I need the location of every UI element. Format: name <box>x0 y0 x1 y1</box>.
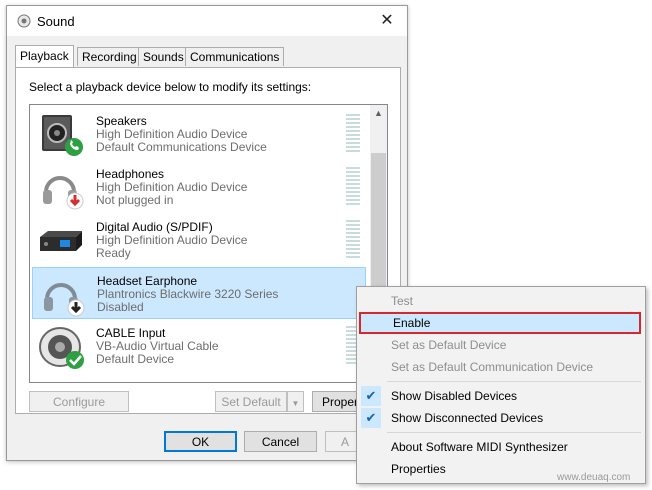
menu-item-label: Show Disabled Devices <box>391 389 518 403</box>
device-description: High Definition Audio Device <box>96 180 248 194</box>
close-button[interactable]: ✕ <box>367 6 407 36</box>
scroll-up-arrow-icon[interactable]: ▲ <box>370 105 387 122</box>
tab-recording[interactable]: Recording <box>77 47 142 66</box>
device-state: Ready <box>96 246 131 260</box>
menu-separator <box>387 432 641 433</box>
device-speakers[interactable]: Speakers High Definition Audio Device De… <box>32 108 366 160</box>
menu-item-about-midi-synth[interactable]: About Software MIDI Synthesizer <box>359 436 641 458</box>
sound-app-icon <box>17 14 31 28</box>
cancel-button[interactable]: Cancel <box>244 431 317 452</box>
checkmark-icon: ✔ <box>361 408 381 428</box>
ok-button[interactable]: OK <box>164 431 237 452</box>
device-state: Default Device <box>96 352 175 366</box>
device-digital-audio[interactable]: Digital Audio (S/PDIF) High Definition A… <box>32 214 366 266</box>
chevron-down-icon: ▼ <box>291 399 300 408</box>
menu-item-show-disconnected-devices[interactable]: ✔ Show Disconnected Devices <box>359 407 641 429</box>
context-menu: Test Enable Set as Default Device Set as… <box>356 286 646 484</box>
device-headset-earphone[interactable]: Headset Earphone Plantronics Blackwire 3… <box>32 267 366 319</box>
menu-item-show-disabled-devices[interactable]: ✔ Show Disabled Devices <box>359 385 641 407</box>
sound-dialog: Sound ✕ Playback Recording Sounds Commun… <box>6 5 408 461</box>
window-title: Sound <box>37 14 75 29</box>
playback-panel: Select a playback device below to modify… <box>15 67 401 414</box>
device-description: High Definition Audio Device <box>96 127 248 141</box>
tab-playback[interactable]: Playback <box>15 45 74 67</box>
headset-icon <box>44 283 85 317</box>
close-icon: ✕ <box>380 12 394 29</box>
menu-item-set-default-communication-device[interactable]: Set as Default Communication Device <box>359 356 641 378</box>
device-cable-input[interactable]: CABLE Input VB-Audio Virtual Cable Defau… <box>32 320 366 372</box>
digital-audio-icon <box>40 231 82 251</box>
configure-button[interactable]: Configure <box>29 391 129 412</box>
volume-meter <box>346 114 360 154</box>
tab-communications[interactable]: Communications <box>185 47 285 66</box>
device-state: Not plugged in <box>96 193 174 207</box>
device-name: Headphones <box>96 167 165 181</box>
device-headphones[interactable]: Headphones High Definition Audio Device … <box>32 161 366 213</box>
set-default-dropdown-button[interactable]: ▼ <box>287 391 304 412</box>
instruction-text: Select a playback device below to modify… <box>29 80 312 94</box>
menu-item-label: Show Disconnected Devices <box>391 411 544 425</box>
device-name: Digital Audio (S/PDIF) <box>96 220 213 234</box>
device-name: Headset Earphone <box>97 274 198 288</box>
tab-sounds[interactable]: Sounds <box>138 47 189 66</box>
headphones-icon <box>43 176 84 210</box>
cable-speaker-icon <box>39 327 84 369</box>
title-bar[interactable]: Sound ✕ <box>7 6 407 36</box>
device-description: High Definition Audio Device <box>96 233 248 247</box>
checkmark-icon: ✔ <box>361 386 381 406</box>
set-default-button[interactable]: Set Default <box>215 391 287 412</box>
menu-separator <box>387 381 641 382</box>
watermark-text: www.deuaq.com <box>557 472 631 483</box>
device-state: Disabled <box>97 300 144 314</box>
menu-item-enable[interactable]: Enable <box>359 312 641 334</box>
volume-meter <box>346 220 360 260</box>
speaker-icon <box>42 115 83 156</box>
device-list[interactable]: Speakers High Definition Audio Device De… <box>29 104 388 383</box>
device-name: CABLE Input <box>96 326 166 340</box>
device-description: VB-Audio Virtual Cable <box>96 339 219 353</box>
device-name: Speakers <box>96 114 147 128</box>
menu-item-test[interactable]: Test <box>359 290 641 312</box>
device-description: Plantronics Blackwire 3220 Series <box>97 287 279 301</box>
volume-meter <box>346 167 360 207</box>
device-state: Default Communications Device <box>96 140 267 154</box>
menu-item-set-default-device[interactable]: Set as Default Device <box>359 334 641 356</box>
